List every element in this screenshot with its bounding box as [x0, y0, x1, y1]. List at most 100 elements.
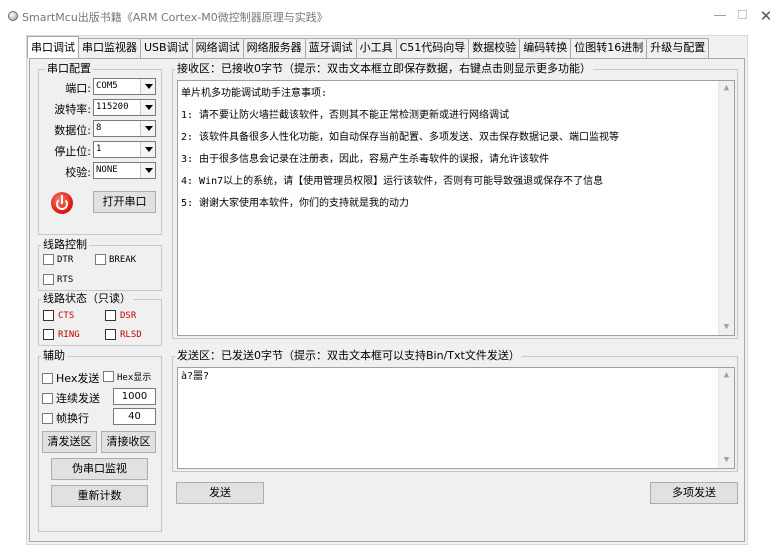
port-select[interactable]: COM5	[93, 78, 156, 95]
baud-value: 115200	[96, 102, 129, 112]
hex-send-checkbox[interactable]: Hex发送	[42, 370, 99, 386]
ring-box	[43, 329, 54, 340]
send-group: 发送区：已发送0字节（提示：双击文本框可以支持Bin/Txt文件发送） à?噐?…	[172, 349, 738, 472]
tab-network-debug[interactable]: 网络调试	[191, 38, 244, 58]
break-check-box[interactable]	[95, 254, 106, 265]
break-checkbox[interactable]: BREAK	[95, 254, 136, 265]
reset-count-button[interactable]: 重新计数	[51, 485, 148, 507]
frame-newline-label: 帧换行	[56, 412, 89, 425]
tab-network-server[interactable]: 网络服务器	[242, 38, 306, 58]
main-client-area: 串口调试 串口监视器 USB调试 网络调试 网络服务器 蓝牙调试 小工具 C51…	[26, 35, 748, 545]
recv-textarea[interactable]: 单片机多功能调试助手注意事项: 1: 请不要让防火墙拦截该软件，否则其不能正常检…	[177, 80, 735, 336]
multi-send-button[interactable]: 多项发送	[650, 482, 738, 504]
serial-config-legend: 串口配置	[45, 62, 93, 76]
tab-data-checksum[interactable]: 数据校验	[468, 38, 521, 58]
send-legend: 发送区：已发送0字节（提示：双击文本框可以支持Bin/Txt文件发送）	[175, 349, 522, 363]
dsr-label: DSR	[120, 310, 137, 321]
send-scrollbar[interactable]: ▲ ▼	[718, 368, 734, 468]
send-textarea[interactable]: à?噐? ▲ ▼	[177, 367, 735, 469]
aux-group: 辅助 Hex发送 Hex显示 连续发送 1000 帧换行 40 清发送区 清接收…	[38, 349, 162, 532]
line-control-group: 线路控制 DTR BREAK RTS	[38, 238, 162, 291]
databits-value: 8	[96, 123, 102, 133]
rlsd-box	[105, 329, 116, 340]
continuous-send-check-box[interactable]	[42, 392, 53, 404]
scroll-up-icon[interactable]: ▲	[719, 368, 734, 383]
serial-config-group: 串口配置 端口: COM5 波特率: 115200 数据位: 8 停止位: 1 …	[38, 62, 162, 235]
hex-send-label: Hex发送	[56, 372, 100, 385]
hex-show-checkbox[interactable]: Hex显示	[103, 370, 151, 383]
recv-scrollbar[interactable]: ▲ ▼	[718, 81, 734, 335]
port-label: 端口:	[65, 82, 91, 95]
window-title: SmartMcu出版书籍《ARM Cortex-M0微控制器原理与实践》	[22, 11, 328, 24]
baud-label: 波特率:	[54, 103, 91, 116]
tab-serial-debug[interactable]: 串口调试	[27, 36, 79, 58]
line-status-legend: 线路状态（只读）	[41, 292, 133, 306]
send-button[interactable]: 发送	[176, 482, 264, 504]
cts-label: CTS	[58, 310, 75, 321]
maximize-icon	[737, 10, 747, 19]
tab-usb-debug[interactable]: USB调试	[140, 38, 193, 58]
tab-tools[interactable]: 小工具	[355, 38, 397, 58]
frame-newline-check-box[interactable]	[42, 412, 53, 424]
frame-length-input[interactable]: 40	[113, 408, 156, 425]
clear-recv-button[interactable]: 清接收区	[101, 431, 156, 453]
continuous-send-checkbox[interactable]: 连续发送	[42, 390, 100, 406]
dsr-indicator: DSR	[105, 310, 136, 321]
databits-select[interactable]: 8	[93, 120, 156, 137]
serial-debug-panel: 串口配置 端口: COM5 波特率: 115200 数据位: 8 停止位: 1 …	[29, 58, 745, 542]
stopbits-value: 1	[96, 144, 102, 154]
clear-send-button[interactable]: 清发送区	[42, 431, 97, 453]
rlsd-label: RLSD	[120, 329, 142, 340]
chevron-down-icon[interactable]	[140, 79, 155, 94]
hex-show-check-box[interactable]	[103, 371, 114, 382]
chevron-down-icon[interactable]	[140, 163, 155, 178]
power-icon[interactable]	[51, 192, 73, 214]
scroll-down-icon[interactable]: ▼	[719, 320, 734, 335]
baud-select[interactable]: 115200	[93, 99, 156, 116]
recv-legend: 接收区：已接收0字节（提示：双击文本框立即保存数据，右键点击则显示更多功能）	[175, 62, 593, 76]
scroll-down-icon[interactable]: ▼	[719, 453, 734, 468]
ring-label: RING	[58, 329, 80, 340]
tab-bar: 串口调试 串口监视器 USB调试 网络调试 网络服务器 蓝牙调试 小工具 C51…	[27, 36, 710, 58]
tab-serial-monitor[interactable]: 串口监视器	[78, 38, 141, 58]
dsr-box	[105, 310, 116, 321]
power-bar	[61, 195, 63, 204]
chevron-down-icon[interactable]	[140, 100, 155, 115]
recv-line: 单片机多功能调试助手注意事项:	[181, 88, 328, 99]
dtr-checkbox[interactable]: DTR	[43, 254, 73, 265]
minimize-button[interactable]: —	[708, 6, 732, 26]
rlsd-indicator: RLSD	[105, 329, 142, 340]
tab-encoding[interactable]: 编码转换	[519, 38, 572, 58]
frame-newline-checkbox[interactable]: 帧换行	[42, 410, 89, 426]
parity-select[interactable]: NONE	[93, 162, 156, 179]
pseudo-monitor-button[interactable]: 伪串口监视	[51, 458, 148, 480]
recv-line: 4: Win7以上的系统，请【使用管理员权限】运行该软件，否则有可能导致强退或保…	[181, 176, 604, 187]
tab-upgrade-config[interactable]: 升级与配置	[646, 38, 710, 58]
stopbits-label: 停止位:	[54, 145, 91, 158]
scroll-up-icon[interactable]: ▲	[719, 81, 734, 96]
send-content: à?噐?	[181, 371, 210, 382]
tab-c51-wizard[interactable]: C51代码向导	[395, 38, 470, 58]
line-control-legend: 线路控制	[41, 238, 89, 252]
tab-bitmap-hex[interactable]: 位图转16进制	[570, 38, 648, 58]
recv-line: 2: 该软件具备很多人性化功能，如自动保存当前配置、多项发送、双击保存数据记录、…	[181, 132, 620, 143]
dtr-check-box[interactable]	[43, 254, 54, 265]
open-port-button[interactable]: 打开串口	[93, 191, 156, 213]
rts-checkbox[interactable]: RTS	[43, 274, 73, 285]
parity-label: 校验:	[65, 166, 91, 179]
hex-show-label: Hex显示	[117, 373, 152, 383]
ring-indicator: RING	[43, 329, 80, 340]
parity-value: NONE	[96, 165, 118, 175]
break-label: BREAK	[109, 254, 137, 265]
maximize-button[interactable]	[730, 6, 754, 26]
line-status-group: 线路状态（只读） CTS DSR RING RLSD	[38, 292, 162, 346]
rts-check-box[interactable]	[43, 274, 54, 285]
rts-label: RTS	[57, 274, 74, 285]
send-interval-input[interactable]: 1000	[113, 388, 156, 405]
tab-bluetooth-debug[interactable]: 蓝牙调试	[304, 38, 357, 58]
chevron-down-icon[interactable]	[140, 142, 155, 157]
hex-send-check-box[interactable]	[42, 372, 53, 384]
stopbits-select[interactable]: 1	[93, 141, 156, 158]
chevron-down-icon[interactable]	[140, 121, 155, 136]
close-button[interactable]: ✕	[754, 6, 770, 26]
